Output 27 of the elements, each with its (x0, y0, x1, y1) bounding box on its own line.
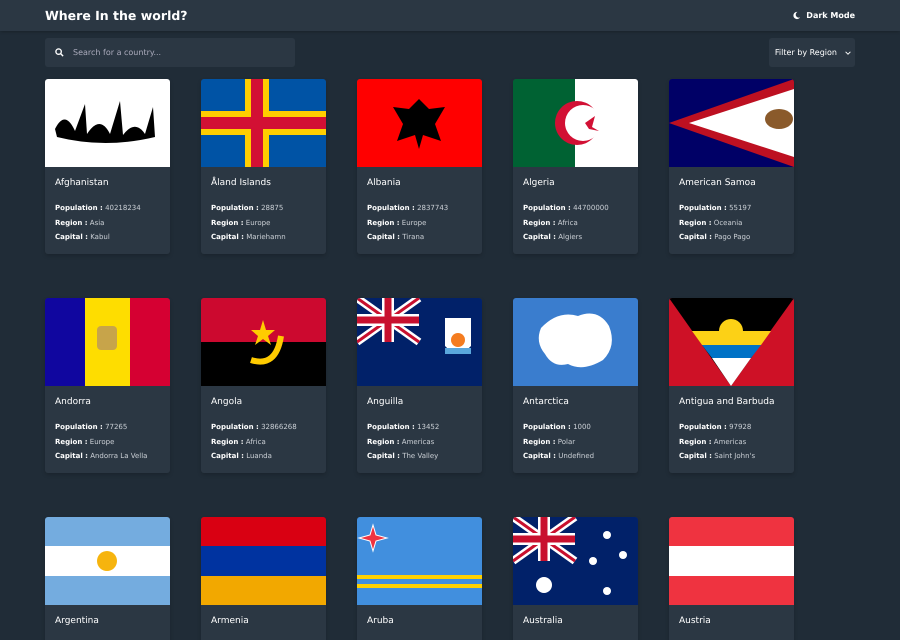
country-card[interactable]: Armenia (201, 517, 326, 640)
country-name: American Samoa (679, 178, 757, 188)
dark-mode-toggle[interactable]: Dark Mode (792, 11, 855, 20)
country-name: Algeria (523, 178, 556, 188)
country-name: Angola (211, 397, 244, 407)
moon-icon (792, 11, 802, 20)
country-name: Albania (367, 178, 402, 188)
country-name: Antarctica (523, 397, 570, 407)
country-name: Antigua and Barbuda (679, 397, 776, 407)
country-name: Åland Islands (211, 178, 272, 188)
app-title: Where In the world? (45, 8, 188, 23)
search-icon (55, 48, 64, 57)
country-name: Armenia (211, 616, 250, 626)
country-card[interactable]: Austria (669, 517, 794, 640)
region-filter-dropdown[interactable]: Filter by Region (768, 38, 855, 67)
country-name: Austria (679, 616, 712, 626)
country-name: Aruba (367, 616, 395, 626)
search-field[interactable]: Search for a country... (45, 38, 295, 67)
country-name: Afghanistan (55, 178, 110, 188)
chevron-down-icon (845, 50, 851, 54)
country-name: Anguilla (367, 397, 404, 407)
country-card[interactable]: Aruba (357, 517, 482, 640)
country-card[interactable]: Argentina (45, 517, 170, 640)
country-name: Argentina (55, 616, 100, 626)
country-name: Australia (523, 616, 564, 626)
country-name: Andorra (55, 397, 92, 407)
country-card[interactable]: Australia (513, 517, 638, 640)
